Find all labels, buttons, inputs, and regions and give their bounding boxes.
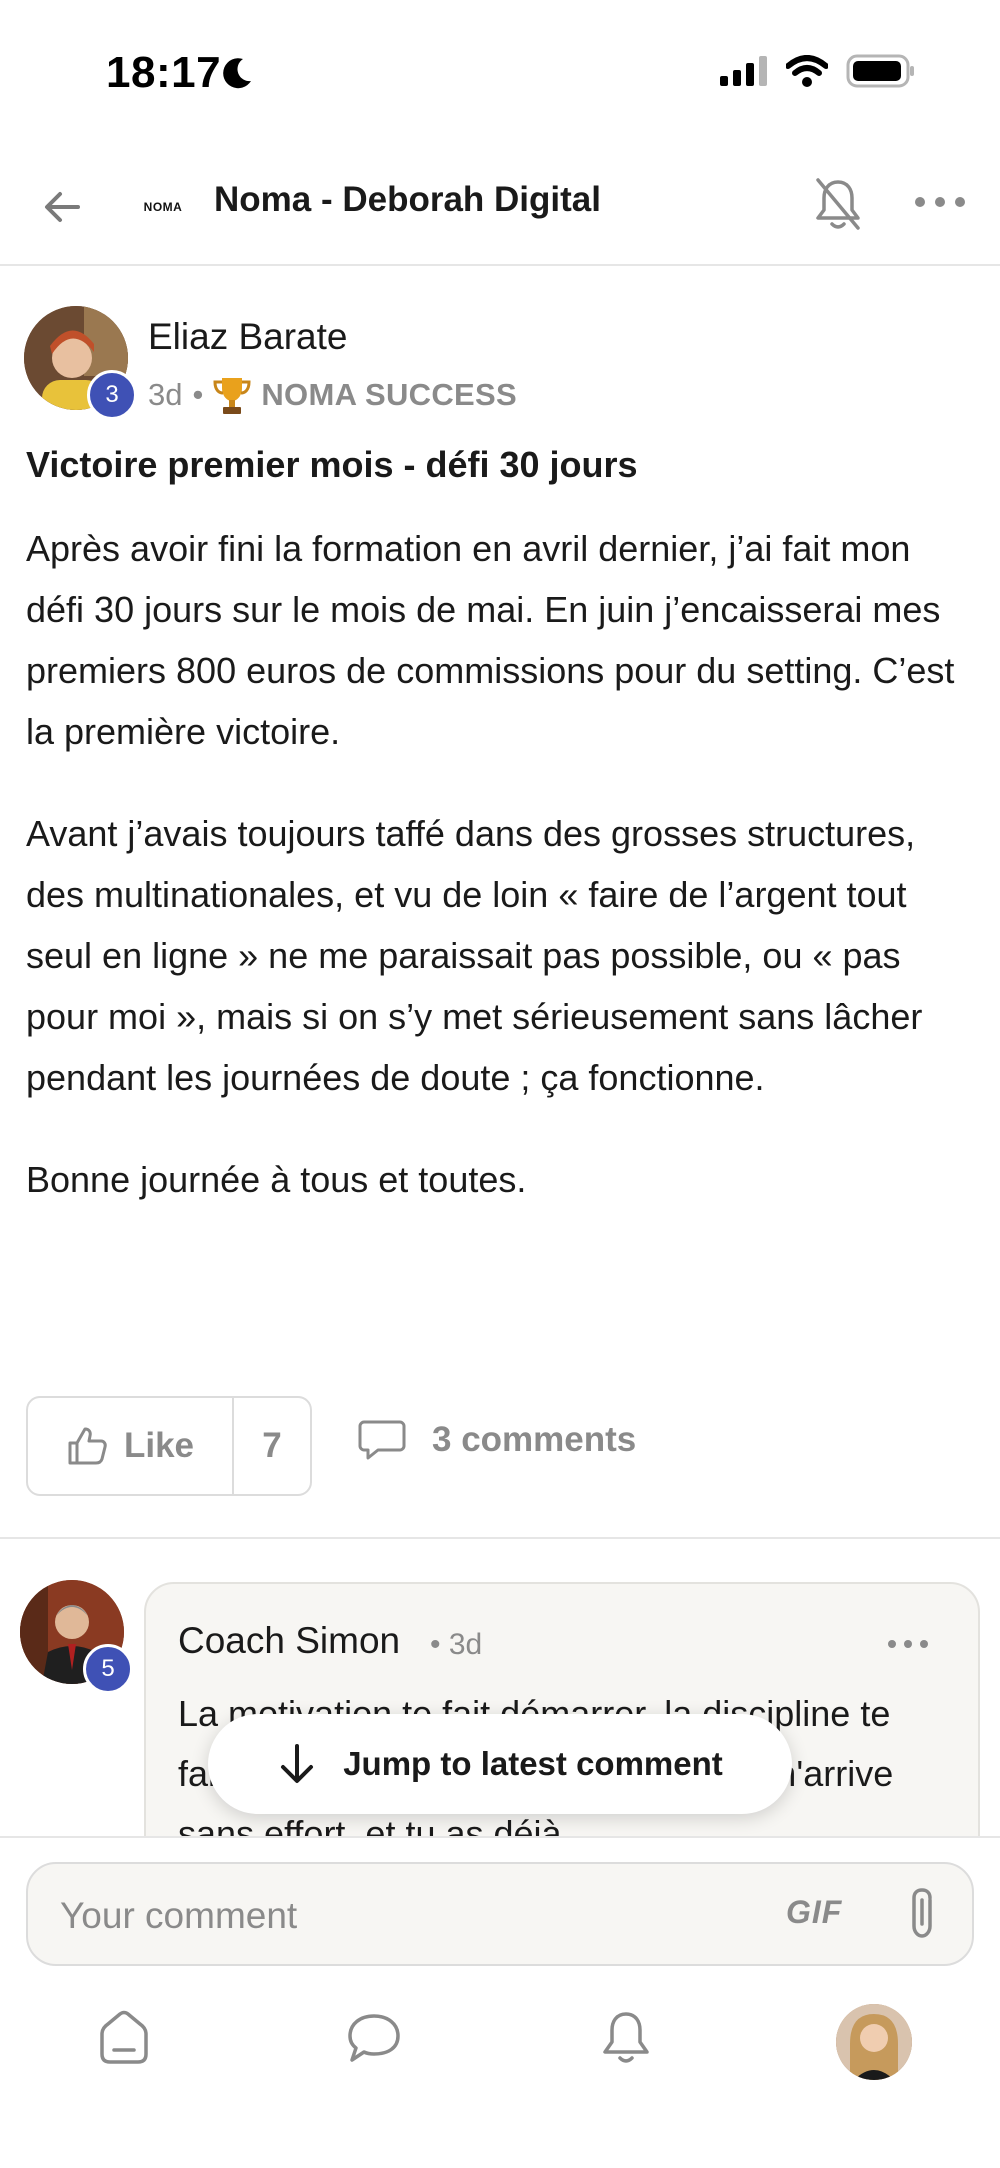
- paperclip-icon[interactable]: [904, 1886, 944, 1944]
- chat-icon[interactable]: [344, 2008, 404, 2068]
- profile-avatar[interactable]: [836, 2004, 912, 2080]
- section-divider: [0, 1537, 1000, 1539]
- like-count[interactable]: 7: [234, 1398, 310, 1494]
- comment-more-icon[interactable]: [886, 1636, 930, 1652]
- bell-icon[interactable]: [596, 2008, 656, 2068]
- back-arrow-icon[interactable]: [38, 182, 88, 232]
- post-age: 3d: [148, 377, 183, 412]
- cellular-signal-icon: [720, 56, 767, 86]
- like-label: Like: [123, 1426, 195, 1465]
- status-bar: 18:17: [0, 0, 1000, 140]
- comment-meta: • 3d: [430, 1628, 483, 1661]
- comment-author-name[interactable]: Coach Simon: [178, 1620, 400, 1662]
- post-author-name[interactable]: Eliaz Barate: [148, 316, 348, 358]
- composer-area: GIF: [0, 1836, 1000, 2168]
- post-body: Après avoir fini la formation en avril d…: [26, 518, 976, 1251]
- thumbs-up-icon: [68, 1427, 107, 1465]
- post-paragraph: Après avoir fini la formation en avril d…: [26, 528, 955, 752]
- jump-label: Jump to latest comment: [343, 1745, 723, 1782]
- speech-bubble-icon: [358, 1420, 406, 1460]
- status-time: 18:17: [106, 48, 222, 97]
- home-icon[interactable]: [94, 2008, 154, 2068]
- comment-composer: GIF: [26, 1862, 974, 1966]
- post-meta: 3d • NOMA SUCCESS: [148, 374, 517, 416]
- moon-icon: [223, 58, 251, 89]
- arrow-down-icon: [281, 1744, 314, 1783]
- gif-button[interactable]: GIF: [786, 1894, 842, 1931]
- top-bar: NOMA Noma - Deborah Digital: [0, 150, 1000, 266]
- group-logo: NOMA: [143, 200, 183, 214]
- comment-input[interactable]: [60, 1888, 760, 1944]
- post-paragraph: Bonne journée à tous et toutes.: [26, 1159, 527, 1200]
- bell-off-icon[interactable]: [812, 174, 864, 234]
- meta-separator: •: [192, 377, 204, 412]
- avatar-image: [836, 2004, 912, 2080]
- like-control: Like 7: [26, 1396, 312, 1496]
- comments-label: 3 comments: [432, 1420, 637, 1459]
- like-button[interactable]: Like: [28, 1398, 234, 1494]
- group-title[interactable]: Noma - Deborah Digital: [214, 180, 601, 220]
- comments-button[interactable]: 3 comments: [358, 1418, 636, 1462]
- jump-to-latest-button[interactable]: Jump to latest comment: [208, 1714, 792, 1814]
- post-category[interactable]: NOMA SUCCESS: [261, 377, 517, 413]
- status-icons: [720, 54, 916, 88]
- post-paragraph: Avant j’avais toujours taffé dans des gr…: [26, 813, 923, 1098]
- commenter-level-badge: 5: [83, 1644, 133, 1694]
- battery-icon: [846, 54, 914, 88]
- author-level-badge: 3: [87, 370, 137, 420]
- trophy-icon: [213, 378, 251, 414]
- more-options-icon[interactable]: [910, 190, 970, 214]
- wifi-icon: [786, 55, 828, 87]
- post-title: Victoire premier mois - défi 30 jours: [26, 444, 638, 485]
